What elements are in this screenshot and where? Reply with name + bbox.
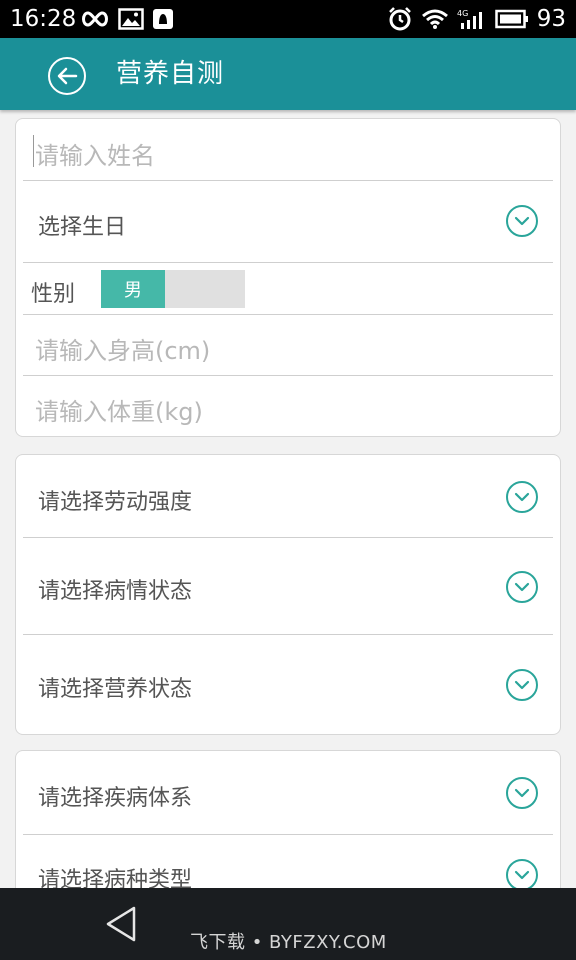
height-placeholder: 请输入身高(cm): [35, 337, 211, 365]
gender-row: 性别 男: [23, 263, 553, 315]
gender-option-male[interactable]: 男: [101, 270, 165, 308]
arrow-left-icon: [57, 67, 78, 85]
chevron-down-icon: [506, 205, 538, 237]
infinity-icon: [82, 11, 108, 27]
chevron-down-icon: [506, 669, 538, 701]
disease-select-card: 请选择疾病体系 请选择病种类型: [15, 750, 561, 888]
app-bar: 营养自测: [0, 38, 576, 110]
nav-back-icon[interactable]: [104, 905, 138, 943]
text-cursor: [33, 135, 34, 167]
nutrition-state-label: 请选择营养状态: [38, 677, 193, 702]
name-placeholder: 请输入姓名: [35, 142, 155, 170]
status-time: 16:28: [10, 6, 77, 32]
condition-state-select[interactable]: 请选择病情状态: [23, 538, 553, 635]
nutrition-state-select[interactable]: 请选择营养状态: [23, 635, 553, 734]
battery-level: 93: [536, 6, 566, 32]
basic-info-card: 请输入姓名 选择生日 性别 男 请输入身高(cm) 请输入体重(kg): [15, 118, 561, 437]
wifi-icon: [421, 9, 448, 29]
disease-system-label: 请选择疾病体系: [38, 786, 193, 811]
svg-text:4G: 4G: [457, 9, 468, 18]
disease-system-select[interactable]: 请选择疾病体系: [23, 751, 553, 835]
chevron-down-icon: [506, 777, 538, 809]
form-scroll-area[interactable]: 请输入姓名 选择生日 性别 男 请输入身高(cm) 请输入体重(kg) 请选择劳…: [0, 110, 576, 888]
status-select-card: 请选择劳动强度 请选择病情状态 请选择营养状态: [15, 454, 561, 735]
condition-state-label: 请选择病情状态: [38, 579, 193, 604]
weight-input[interactable]: 请输入体重(kg): [23, 376, 553, 436]
battery-icon: [494, 9, 528, 29]
disease-type-select[interactable]: 请选择病种类型: [23, 835, 553, 888]
name-input[interactable]: 请输入姓名: [23, 119, 553, 181]
weight-placeholder: 请输入体重(kg): [35, 398, 203, 426]
labor-intensity-label: 请选择劳动强度: [38, 490, 193, 515]
status-bar: 16:28 4G 93: [0, 0, 576, 38]
signal-icon: 4G: [457, 9, 482, 29]
birthday-label: 选择生日: [38, 215, 127, 240]
watermark: 飞下载 • BYFZXY.COM: [190, 932, 387, 953]
alarm-icon: [388, 7, 411, 31]
notification-icon: [153, 9, 173, 29]
chevron-down-icon: [506, 859, 538, 888]
image-icon: [118, 8, 144, 30]
birthday-select[interactable]: 选择生日: [23, 181, 553, 263]
gender-toggle[interactable]: 男: [101, 270, 245, 308]
labor-intensity-select[interactable]: 请选择劳动强度: [23, 455, 553, 538]
chevron-down-icon: [506, 481, 538, 513]
disease-type-label: 请选择病种类型: [38, 868, 193, 888]
back-button[interactable]: [48, 57, 86, 95]
navigation-bar: 飞下载 • BYFZXY.COM: [0, 888, 576, 960]
gender-option-female[interactable]: [165, 270, 245, 308]
height-input[interactable]: 请输入身高(cm): [23, 315, 553, 376]
gender-label: 性别: [31, 282, 76, 307]
page-title: 营养自测: [116, 59, 225, 89]
chevron-down-icon: [506, 571, 538, 603]
